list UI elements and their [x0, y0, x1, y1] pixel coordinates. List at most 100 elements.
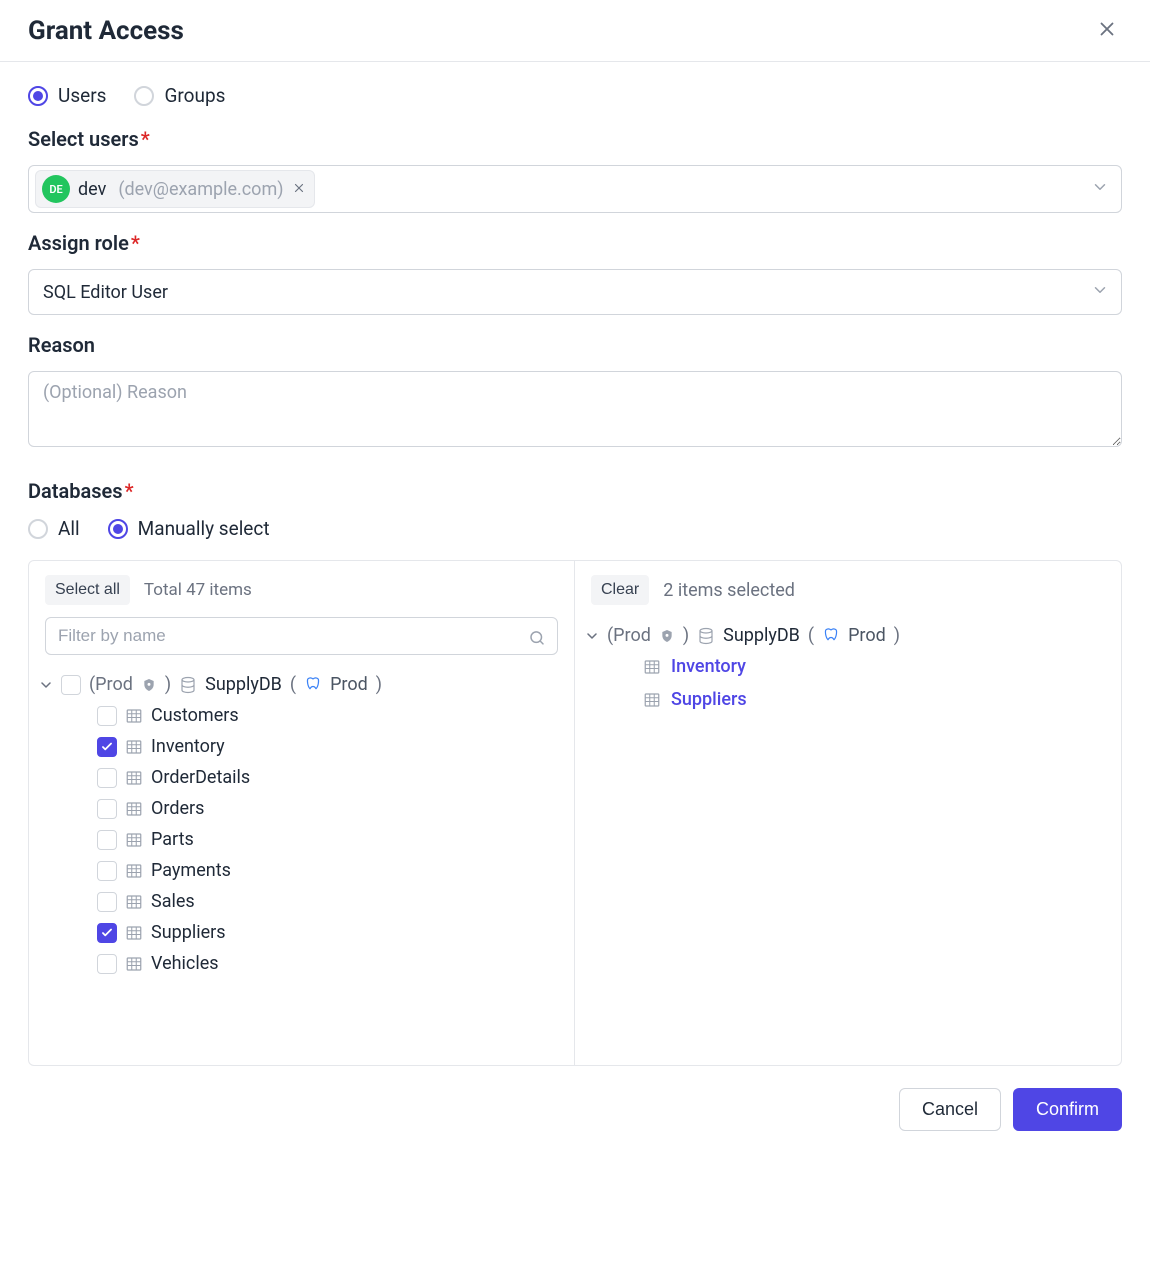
- env-label: (Prod: [89, 674, 133, 695]
- database-transfer-panel: Select all Total 47 items (Prod ) Supply…: [28, 560, 1122, 1066]
- database-group-row[interactable]: (Prod ) SupplyDB ( Prod ): [585, 621, 1105, 650]
- table-name: Orders: [151, 798, 204, 819]
- checkbox[interactable]: [61, 675, 81, 695]
- table-row[interactable]: Suppliers: [39, 917, 558, 948]
- db-scope-radio-group: All Manually select: [28, 517, 1122, 540]
- radio-indicator: [134, 86, 154, 106]
- chevron-down-icon: [1091, 281, 1109, 304]
- instance-name: Prod: [848, 625, 886, 646]
- table-icon: [125, 955, 143, 973]
- postgres-icon: [304, 676, 322, 694]
- env-label: (Prod: [607, 625, 651, 646]
- database-group-row[interactable]: (Prod ) SupplyDB ( Prod ): [39, 669, 558, 700]
- role-value: SQL Editor User: [43, 282, 168, 303]
- table-row[interactable]: Vehicles: [39, 948, 558, 979]
- table-icon: [125, 707, 143, 725]
- env-close: ): [165, 674, 171, 695]
- table-row[interactable]: Sales: [39, 886, 558, 917]
- table-icon: [643, 658, 661, 676]
- table-row[interactable]: Payments: [39, 855, 558, 886]
- radio-indicator: [108, 519, 128, 539]
- dialog-title: Grant Access: [28, 16, 184, 46]
- chip-name: dev: [78, 179, 106, 200]
- chip-remove-icon[interactable]: [292, 180, 306, 199]
- checkbox[interactable]: [97, 768, 117, 788]
- checkbox[interactable]: [97, 706, 117, 726]
- table-icon: [125, 893, 143, 911]
- table-row[interactable]: Customers: [39, 700, 558, 731]
- checkbox[interactable]: [97, 861, 117, 881]
- reason-textarea[interactable]: [28, 371, 1122, 447]
- table-name: Customers: [151, 705, 239, 726]
- shield-icon: [659, 628, 675, 644]
- filter-input[interactable]: [45, 617, 558, 655]
- table-row[interactable]: Orders: [39, 793, 558, 824]
- table-icon: [125, 800, 143, 818]
- search-icon: [528, 629, 546, 651]
- table-icon: [125, 831, 143, 849]
- select-all-button[interactable]: Select all: [45, 575, 130, 605]
- avatar: DE: [42, 175, 70, 203]
- radio-groups[interactable]: Groups: [134, 84, 225, 107]
- assign-role-label: Assign role*: [28, 231, 1122, 255]
- radio-users[interactable]: Users: [28, 84, 106, 107]
- table-icon: [643, 691, 661, 709]
- table-row[interactable]: Parts: [39, 824, 558, 855]
- table-icon: [125, 862, 143, 880]
- table-name: OrderDetails: [151, 767, 250, 788]
- checkbox[interactable]: [97, 737, 117, 757]
- database-icon: [697, 627, 715, 645]
- selected-table-row[interactable]: Suppliers: [585, 683, 1105, 716]
- databases-label: Databases*: [28, 479, 1122, 503]
- selected-table-row[interactable]: Inventory: [585, 650, 1105, 683]
- table-name: Vehicles: [151, 953, 219, 974]
- selected-table-name: Inventory: [671, 656, 746, 677]
- table-row[interactable]: OrderDetails: [39, 762, 558, 793]
- radio-all-databases[interactable]: All: [28, 517, 80, 540]
- cancel-button[interactable]: Cancel: [899, 1088, 1001, 1131]
- caret-down-icon[interactable]: [585, 631, 599, 641]
- inst-open: (: [808, 625, 814, 646]
- table-name: Sales: [151, 891, 195, 912]
- database-name: SupplyDB: [723, 625, 800, 646]
- radio-users-label: Users: [58, 84, 106, 107]
- radio-groups-label: Groups: [164, 84, 225, 107]
- confirm-button[interactable]: Confirm: [1013, 1088, 1122, 1131]
- inst-open: (: [290, 674, 296, 695]
- checkbox[interactable]: [97, 830, 117, 850]
- checkbox[interactable]: [97, 799, 117, 819]
- radio-manual-databases[interactable]: Manually select: [108, 517, 270, 540]
- database-name: SupplyDB: [205, 674, 282, 695]
- table-icon: [125, 738, 143, 756]
- postgres-icon: [822, 627, 840, 645]
- chevron-down-icon: [1091, 178, 1109, 200]
- env-close: ): [683, 625, 689, 646]
- close-icon: [1096, 28, 1118, 43]
- users-multiselect[interactable]: DE dev (dev@example.com): [28, 165, 1122, 213]
- inst-close: ): [894, 625, 900, 646]
- user-chip[interactable]: DE dev (dev@example.com): [35, 170, 315, 208]
- checkbox[interactable]: [97, 892, 117, 912]
- selected-count-label: 2 items selected: [663, 580, 795, 601]
- instance-name: Prod: [330, 674, 368, 695]
- radio-all-label: All: [58, 517, 80, 540]
- total-items-label: Total 47 items: [144, 580, 252, 600]
- database-icon: [179, 676, 197, 694]
- table-row[interactable]: Inventory: [39, 731, 558, 762]
- chip-email: (dev@example.com): [118, 179, 283, 200]
- checkbox[interactable]: [97, 923, 117, 943]
- close-button[interactable]: [1092, 14, 1122, 47]
- table-icon: [125, 924, 143, 942]
- table-name: Inventory: [151, 736, 225, 757]
- checkbox[interactable]: [97, 954, 117, 974]
- shield-icon: [141, 677, 157, 693]
- caret-down-icon[interactable]: [39, 680, 53, 690]
- role-select[interactable]: SQL Editor User: [28, 269, 1122, 315]
- reason-label: Reason: [28, 333, 1122, 357]
- table-icon: [125, 769, 143, 787]
- table-name: Suppliers: [151, 922, 226, 943]
- entity-mode-radio-group: Users Groups: [28, 84, 1122, 107]
- radio-indicator: [28, 86, 48, 106]
- clear-button[interactable]: Clear: [591, 575, 649, 605]
- inst-close: ): [376, 674, 382, 695]
